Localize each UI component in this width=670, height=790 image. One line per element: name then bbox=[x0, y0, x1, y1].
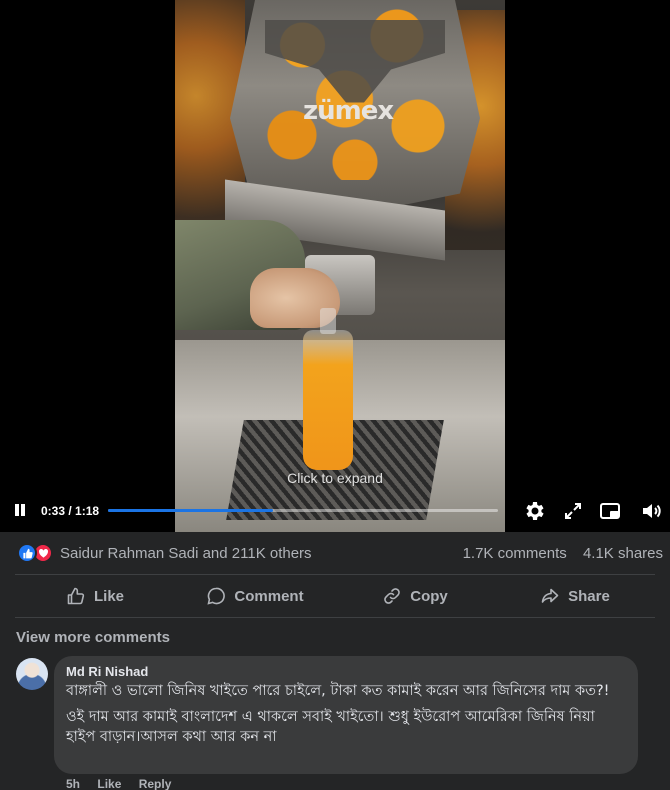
divider bbox=[15, 617, 655, 618]
reactions-bar: Saidur Rahman Sadi and 211K others 1.7K … bbox=[0, 532, 670, 574]
video-player[interactable]: zümex Click to expand 0:33 / 1:18 bbox=[0, 0, 670, 532]
comment-label: Comment bbox=[234, 587, 304, 605]
video-progress-fill bbox=[108, 509, 273, 512]
comments-count[interactable]: 1.7K comments bbox=[463, 545, 567, 562]
thumbs-up-icon bbox=[67, 587, 85, 605]
video-controls: 0:33 / 1:18 bbox=[0, 490, 670, 532]
comment-author[interactable]: Md Ri Nishad bbox=[66, 664, 626, 679]
comment-line: বাঙ্গালী ও ভালো জিনিষ খাইতে পারে চাইলে, … bbox=[66, 683, 610, 699]
view-more-comments-link[interactable]: View more comments bbox=[16, 629, 170, 646]
settings-icon[interactable] bbox=[523, 499, 547, 523]
video-frame: zümex bbox=[175, 0, 505, 532]
comment-text: বাঙ্গালী ও ভালো জিনিষ খাইতে পারে চাইলে, … bbox=[66, 681, 626, 747]
comment-meta: 5h Like Reply bbox=[66, 777, 185, 790]
juice-bottle bbox=[303, 308, 353, 470]
comment-like-link[interactable]: Like bbox=[97, 777, 121, 790]
fullscreen-icon[interactable] bbox=[561, 499, 585, 523]
like-reaction-icon bbox=[17, 543, 37, 563]
reaction-names[interactable]: Saidur Rahman Sadi and 211K others bbox=[60, 545, 312, 562]
video-progress-bar[interactable] bbox=[108, 509, 498, 512]
copy-button[interactable]: Copy bbox=[335, 578, 495, 614]
like-label: Like bbox=[93, 587, 124, 605]
comment-time[interactable]: 5h bbox=[66, 777, 80, 790]
video-time: 0:33 / 1:18 bbox=[41, 504, 100, 518]
share-label: Share bbox=[568, 587, 610, 605]
link-icon bbox=[384, 588, 401, 604]
comment-reply-link[interactable]: Reply bbox=[139, 777, 172, 790]
comment-bubble-icon bbox=[207, 587, 226, 605]
pip-icon[interactable] bbox=[598, 499, 622, 523]
engagement-counts: 1.7K comments 4.1K shares bbox=[451, 545, 663, 562]
pause-icon[interactable] bbox=[13, 502, 27, 518]
copy-label: Copy bbox=[410, 587, 448, 605]
post-actions: Like Comment Copy Share bbox=[15, 578, 655, 614]
comment-button[interactable]: Comment bbox=[175, 578, 335, 614]
brand-logo: zümex bbox=[303, 96, 394, 126]
share-arrow-icon bbox=[541, 588, 559, 603]
comment-line: ওই দাম আর কামাই বাংলাদেশ এ থাকলে সবাই খা… bbox=[66, 709, 595, 745]
click-to-expand-hint[interactable]: Click to expand bbox=[0, 470, 670, 486]
comment-bubble: Md Ri Nishad বাঙ্গালী ও ভালো জিনিষ খাইতে… bbox=[54, 656, 638, 774]
share-button[interactable]: Share bbox=[495, 578, 655, 614]
reaction-icons[interactable] bbox=[17, 543, 57, 563]
divider bbox=[15, 574, 655, 575]
volume-icon[interactable] bbox=[640, 499, 664, 523]
like-button[interactable]: Like bbox=[15, 578, 175, 614]
shares-count[interactable]: 4.1K shares bbox=[583, 545, 663, 562]
avatar[interactable] bbox=[16, 658, 48, 690]
